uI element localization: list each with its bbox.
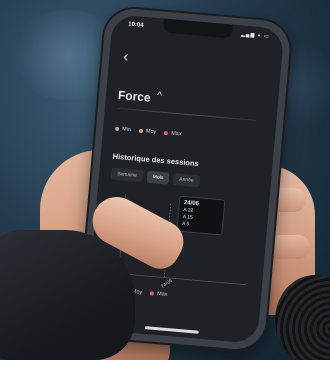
legend-dot-icon: [114, 126, 120, 132]
legend-dot-icon: [164, 131, 169, 136]
tab-mois[interactable]: Mois: [146, 170, 170, 185]
sessions-heading: Historique des sessions: [112, 151, 200, 169]
legend-label: Max: [156, 291, 168, 298]
legend-item-moy: Moy: [138, 128, 157, 136]
signal-wifi-battery-icon: ▂▄▆ ● ▭: [240, 31, 270, 40]
x-tick-label: 24/06: [160, 278, 174, 290]
x-axis: [118, 273, 247, 286]
notch: [162, 18, 234, 39]
page-title: Force: [117, 87, 152, 105]
chevron-up-icon[interactable]: ^: [157, 90, 163, 101]
status-time: 10:04: [127, 21, 144, 29]
legend-label: Max: [170, 130, 182, 138]
tab-annee[interactable]: Année: [172, 172, 201, 188]
summary-sparkline: [116, 107, 257, 121]
legend-label: Moy: [145, 128, 157, 136]
legend-item-max: Max: [149, 290, 168, 298]
photo-background: 10:04 ▂▄▆ ● ▭ ‹ Force ^ Min Moy Max Hist…: [0, 0, 330, 360]
legend-item-min: Min: [114, 126, 132, 134]
right-finger: [268, 235, 310, 259]
legend-dot-icon: [149, 291, 155, 296]
home-indicator[interactable]: [144, 326, 199, 334]
period-selector: Semaine Mois Année: [110, 167, 201, 188]
legend-label: Min: [121, 126, 132, 134]
legend: Min Moy Max: [114, 126, 182, 138]
tab-semaine[interactable]: Semaine: [110, 167, 144, 183]
legend-item-max: Max: [164, 130, 182, 138]
legend-dot-icon: [138, 128, 144, 134]
data-tooltip: 24/06 A 22 A 15 A 5: [176, 195, 226, 236]
back-chevron-icon[interactable]: ‹: [123, 48, 129, 65]
